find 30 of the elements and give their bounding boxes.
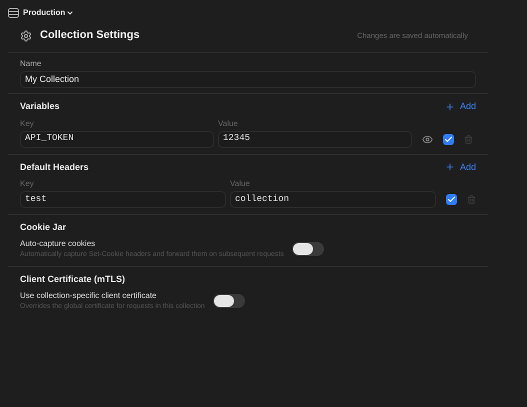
plus-icon	[444, 102, 455, 112]
option-label: Auto-capture cookies	[20, 238, 96, 250]
add-button[interactable]: Add	[444, 160, 476, 174]
toggle-switch[interactable]	[292, 242, 324, 256]
checkbox[interactable]	[443, 134, 454, 144]
section-title: Variables	[20, 100, 60, 113]
section-title: Client Certificate (mTLS)	[20, 273, 126, 286]
settings-icon	[20, 30, 32, 42]
toggle-switch[interactable]	[212, 294, 245, 308]
name-field[interactable]: My Collection	[20, 71, 476, 88]
workspace-dropdown[interactable]: Production	[23, 7, 74, 19]
section-title: Cookie Jar	[20, 221, 68, 234]
page-title: Collection Settings	[40, 28, 140, 44]
value-field[interactable]: 12345	[218, 130, 412, 148]
checkbox[interactable]	[446, 194, 457, 205]
add-button[interactable]: Add	[444, 100, 476, 114]
plus-icon	[444, 162, 455, 172]
column-label: Key	[20, 178, 35, 190]
value-field[interactable]: collection	[230, 191, 436, 208]
key-field[interactable]: API_TOKEN	[20, 130, 214, 148]
field-label: Name	[20, 58, 42, 70]
key-field[interactable]: test	[20, 191, 226, 208]
database-icon	[8, 8, 19, 18]
chevron-down-icon	[66, 9, 74, 17]
eye-icon[interactable]	[422, 134, 433, 144]
column-label: Value	[230, 178, 251, 190]
column-label: Key	[20, 118, 35, 130]
column-label: Value	[218, 118, 239, 130]
option-label: Use collection-specific client certificate	[20, 290, 158, 302]
section-title: Default Headers	[20, 160, 89, 174]
